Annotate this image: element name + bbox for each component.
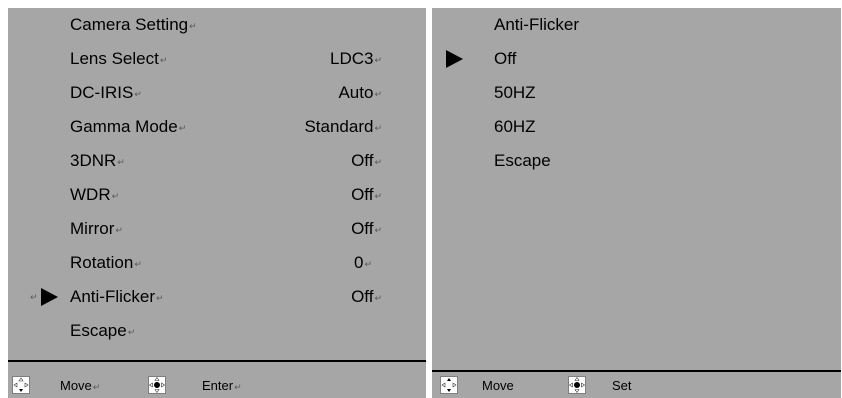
option-50hz[interactable]: 50HZ [432,76,841,110]
footer-move-text: Move↵ [60,378,101,393]
menu-item-value: Off↵ [351,185,382,204]
menu-item-label: Gamma Mode↵ [70,117,187,136]
option-60hz[interactable]: 60HZ [432,110,841,144]
menu-item-label: WDR↵ [70,185,120,204]
menu-item-value: LDC3↵ [329,49,382,68]
menu-item-wdr[interactable]: WDR↵ Off↵ [8,178,426,212]
menu-item-label: Lens Select↵ [70,49,168,68]
menu-title-row: Camera Setting↵ [8,8,426,42]
menu-title: Camera Setting↵ [70,15,197,34]
four-way-arrows-icon [440,376,458,394]
option-off[interactable]: Off [432,42,841,76]
submenu-title-row: Anti-Flicker [432,8,841,42]
menu-item-value: Standard↵ [304,117,382,136]
menu-item-value: Off↵ [351,219,382,238]
menu-item-anti-flicker[interactable]: ↵ Anti-Flicker↵ Off↵ [8,280,426,314]
paragraph-mark: ↵ [30,292,38,302]
submenu-title: Anti-Flicker [494,15,580,34]
menu-item-label: Anti-Flicker↵ [70,287,164,306]
option-label: 60HZ [494,117,536,136]
four-way-arrows-center-dot-icon [148,376,166,394]
camera-setting-menu: Camera Setting↵ Lens Select↵ LDC3↵ DC-IR… [8,8,426,398]
menu-item-3dnr[interactable]: 3DNR↵ Off↵ [8,144,426,178]
escape-label: Escape [494,151,551,170]
menu-item-value: 0↵ [353,253,372,272]
triangle-right-icon [446,50,463,68]
footer-enter-text: Enter↵ [202,378,242,393]
triangle-right-icon [41,288,58,306]
menu-item-value: Off↵ [351,151,382,170]
escape-label: Escape↵ [70,321,136,340]
menu-item-mirror[interactable]: Mirror↵ Off↵ [8,212,426,246]
menu-item-value: Off↵ [351,287,382,306]
menu-item-escape[interactable]: Escape↵ [8,314,426,348]
four-way-arrows-icon [12,376,30,394]
option-label: Off [494,49,517,68]
footer-set-text: Set [612,378,632,393]
menu-item-label: DC-IRIS↵ [70,83,142,102]
option-escape[interactable]: Escape [432,144,841,178]
footer-divider [8,360,426,362]
footer-hints: Move Set [432,372,841,398]
option-label: 50HZ [494,83,536,102]
menu-item-value: Auto↵ [338,83,382,102]
anti-flicker-menu: Anti-Flicker Off 50HZ 60HZ Escape Move S… [432,8,841,398]
footer-move-text: Move [482,378,514,393]
menu-item-rotation[interactable]: Rotation↵ 0↵ [8,246,426,280]
menu-item-lens-select[interactable]: Lens Select↵ LDC3↵ [8,42,426,76]
menu-item-gamma-mode[interactable]: Gamma Mode↵ Standard↵ [8,110,426,144]
menu-item-label: Rotation↵ [70,253,142,272]
menu-item-dc-iris[interactable]: DC-IRIS↵ Auto↵ [8,76,426,110]
footer-hints: Move↵ Enter↵ [8,372,426,398]
menu-item-label: Mirror↵ [70,219,123,238]
four-way-arrows-center-dot-icon [568,376,586,394]
menu-item-label: 3DNR↵ [70,151,125,170]
